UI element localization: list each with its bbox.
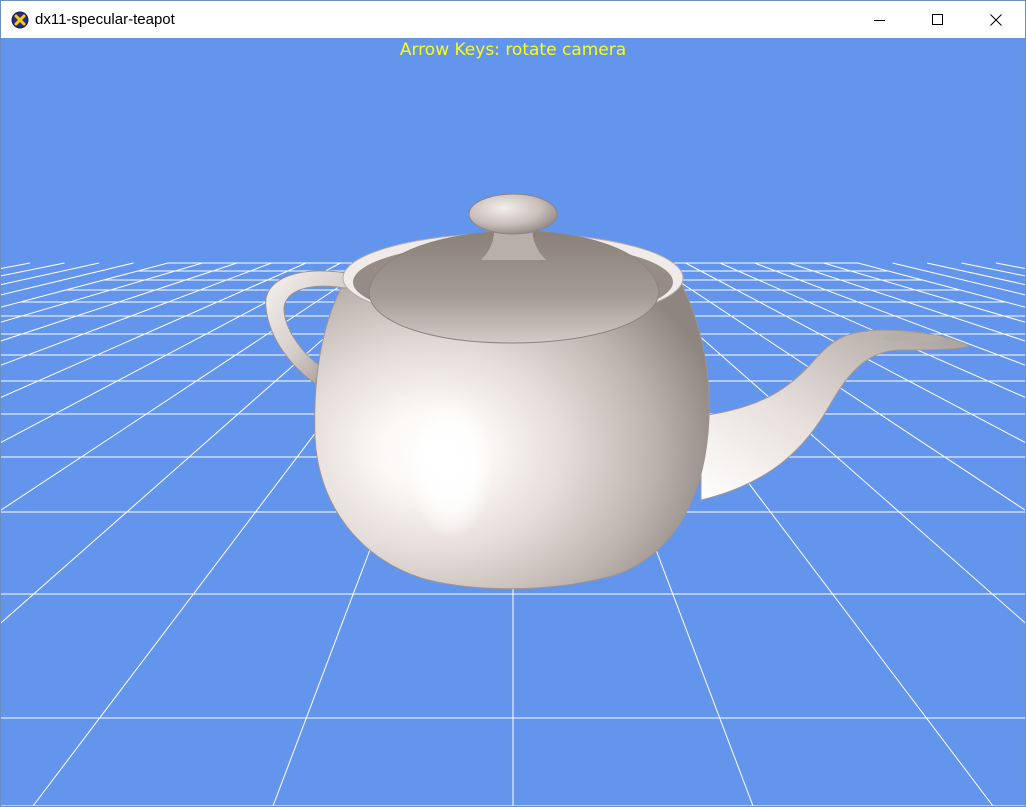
close-button[interactable]: [967, 1, 1025, 38]
grid-line: [1, 262, 169, 308]
close-icon: [990, 13, 1002, 26]
app-x-icon: [11, 11, 29, 29]
minimize-button[interactable]: [851, 1, 909, 38]
grid-line: [1, 262, 307, 398]
window-title: dx11-specular-teapot: [35, 11, 175, 28]
app-window: dx11-specular-teapot Arrow Keys: rotate …: [0, 0, 1026, 807]
grid-line: [1, 262, 134, 296]
title-bar[interactable]: dx11-specular-teapot: [1, 1, 1025, 38]
grid-line: [1, 262, 31, 269]
grid-line: [1, 262, 100, 286]
grid-line: [1, 262, 272, 366]
controls-hint: Arrow Keys: rotate camera: [399, 40, 627, 60]
scene-canvas: [1, 193, 1025, 806]
minimize-icon: [874, 19, 885, 21]
teapot-model: [265, 193, 971, 590]
maximize-button[interactable]: [909, 1, 967, 38]
render-viewport[interactable]: Arrow Keys: rotate camera: [1, 38, 1025, 806]
maximize-icon: [932, 13, 943, 25]
grid-line: [995, 262, 1025, 269]
grid-line: [1, 262, 238, 342]
